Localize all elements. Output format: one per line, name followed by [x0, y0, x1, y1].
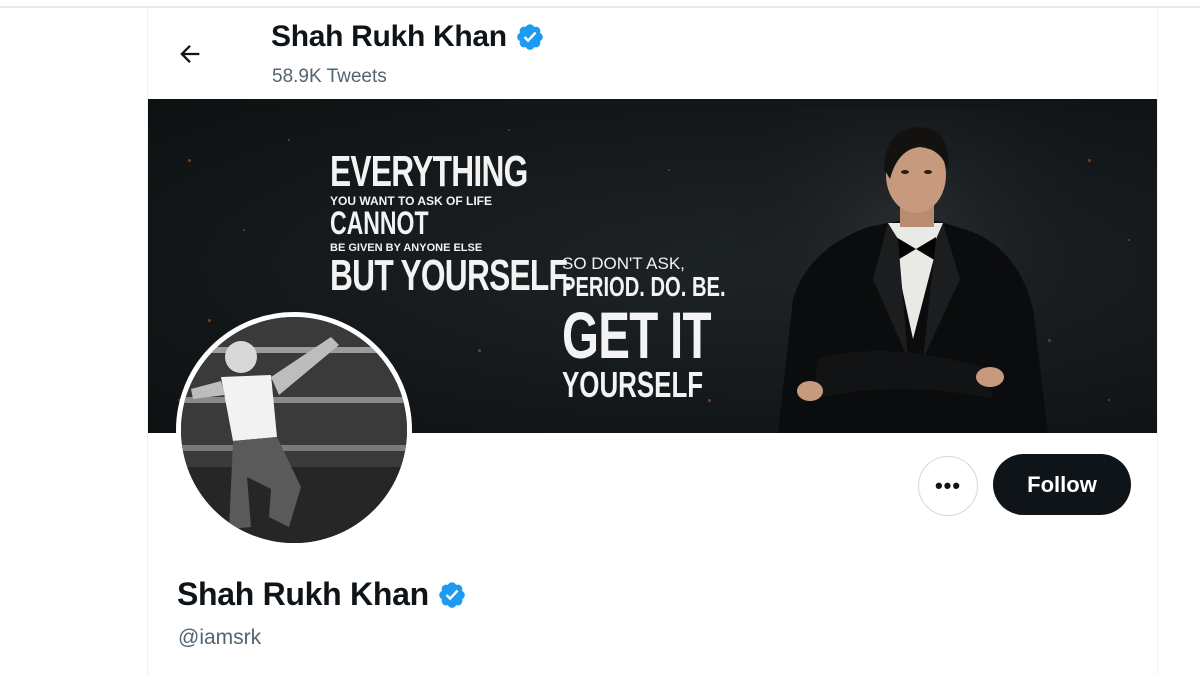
- verified-badge-icon: [517, 24, 543, 50]
- banner-text-everything: EVERYTHING: [330, 147, 528, 196]
- more-icon: •••: [934, 473, 962, 498]
- profile-handle: @iamsrk: [178, 626, 262, 649]
- avatar-image: [181, 317, 407, 543]
- more-options-button[interactable]: •••: [918, 456, 978, 516]
- banner-portrait: [738, 109, 1078, 433]
- banner-text-yourself-2: YOURSELF: [562, 364, 704, 405]
- back-button[interactable]: [170, 34, 210, 74]
- profile-column: Shah Rukh Khan 58.9K Tweets EVERYTHING Y…: [147, 8, 1158, 675]
- banner-text-yourself: BUT YOURSELF.: [330, 251, 572, 300]
- verified-badge-icon: [439, 581, 465, 608]
- follow-button[interactable]: Follow: [993, 454, 1131, 515]
- profile-avatar[interactable]: [176, 312, 412, 548]
- profile-name: Shah Rukh Khan: [177, 576, 429, 612]
- tweet-count: 58.9K Tweets: [272, 66, 387, 87]
- banner-text-get-it: GET IT: [562, 298, 712, 372]
- arrow-left-icon: [180, 45, 200, 63]
- header-name: Shah Rukh Khan: [271, 20, 507, 53]
- profile-name-row: Shah Rukh Khan: [177, 576, 467, 613]
- banner-text-cannot: CANNOT: [330, 205, 429, 241]
- header-title: Shah Rukh Khan: [271, 20, 545, 54]
